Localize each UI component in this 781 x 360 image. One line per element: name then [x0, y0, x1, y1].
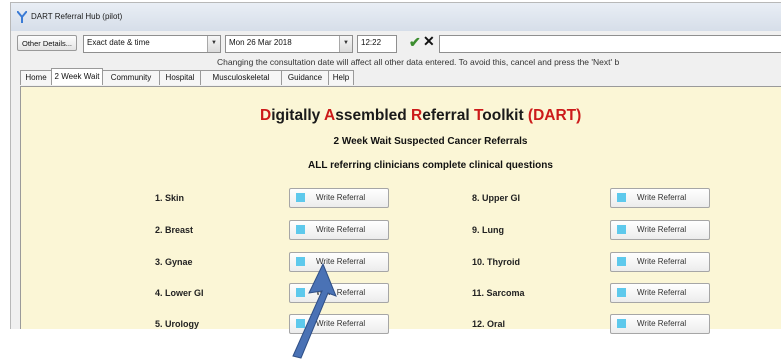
details-field[interactable] — [439, 35, 781, 53]
referral-label-lung: 9. Lung — [472, 225, 504, 235]
referral-icon — [296, 193, 305, 202]
referral-icon — [617, 225, 626, 234]
referral-icon — [617, 319, 626, 328]
other-details-button[interactable]: Other Details... — [17, 35, 77, 51]
window-title: DART Referral Hub (pilot) — [31, 12, 123, 21]
write-referral-label: Write Referral — [316, 288, 366, 297]
title-word-eferral: eferral — [422, 107, 474, 124]
time-value: 12:22 — [361, 38, 382, 47]
write-referral-gynae-button[interactable]: Write Referral — [289, 252, 389, 272]
write-referral-label: Write Referral — [637, 257, 687, 266]
write-referral-breast-button[interactable]: Write Referral — [289, 220, 389, 240]
tab-help[interactable]: Help — [328, 70, 354, 85]
title-word-igitally: igitally — [271, 107, 325, 124]
toolbar: Other Details... Exact date & time ▼ Mon… — [11, 31, 781, 57]
write-referral-label: Write Referral — [637, 288, 687, 297]
write-referral-label: Write Referral — [316, 319, 366, 328]
referral-label-gynae: 3. Gynae — [155, 257, 193, 267]
title-word-oolkit: oolkit — [482, 107, 528, 124]
tab-community[interactable]: Community — [102, 70, 160, 85]
instruction-text: ALL referring clinicians complete clinic… — [308, 160, 553, 171]
title-acronym: (DART) — [527, 107, 582, 124]
write-referral-label: Write Referral — [637, 319, 687, 328]
referral-icon — [296, 225, 305, 234]
tab-musculoskeletal[interactable]: Musculoskeletal — [200, 70, 282, 85]
page-title: Digitally Assembled Referral Toolkit (DA… — [260, 107, 581, 125]
tab-2-week-wait[interactable]: 2 Week Wait — [51, 68, 103, 85]
write-referral-label: Write Referral — [316, 225, 366, 234]
write-referral-label: Write Referral — [316, 193, 366, 202]
write-referral-sarcoma-button[interactable]: Write Referral — [610, 283, 710, 303]
title-letter-a: A — [324, 107, 336, 124]
date-select[interactable]: Mon 26 Mar 2018 ▼ — [225, 35, 353, 53]
referral-label-urology: 5. Urology — [155, 319, 200, 329]
referral-label-lower-gi: 4. Lower GI — [155, 288, 204, 298]
write-referral-thyroid-button[interactable]: Write Referral — [610, 252, 710, 272]
referral-icon — [617, 257, 626, 266]
time-field[interactable]: 12:22 — [357, 35, 397, 53]
title-letter-r: R — [411, 107, 423, 124]
write-referral-skin-button[interactable]: Write Referral — [289, 188, 389, 208]
referral-label-thyroid: 10. Thyroid — [472, 257, 521, 267]
referral-label-skin: 1. Skin — [155, 193, 185, 203]
app-logo-icon — [17, 11, 27, 23]
tab-bar: Home 2 Week Wait Community Hospital Musc… — [20, 68, 780, 86]
referral-icon — [617, 288, 626, 297]
referral-icon — [296, 257, 305, 266]
confirm-check-icon[interactable]: ✔ — [409, 34, 421, 51]
tab-guidance[interactable]: Guidance — [281, 70, 329, 85]
referral-icon — [296, 319, 305, 328]
date-value: Mon 26 Mar 2018 — [229, 38, 292, 47]
write-referral-lower-gi-button[interactable]: Write Referral — [289, 283, 389, 303]
chevron-down-icon[interactable]: ▼ — [339, 36, 352, 52]
referral-icon — [617, 193, 626, 202]
write-referral-urology-button[interactable]: Write Referral — [289, 314, 389, 334]
write-referral-upper-gi-button[interactable]: Write Referral — [610, 188, 710, 208]
title-letter-d: D — [260, 107, 272, 124]
tab-hospital[interactable]: Hospital — [159, 70, 201, 85]
tab-home[interactable]: Home — [20, 70, 52, 85]
referral-label-sarcoma: 11. Sarcoma — [472, 288, 525, 298]
referral-label-breast: 2. Breast — [155, 225, 194, 235]
write-referral-label: Write Referral — [316, 257, 366, 266]
title-bar: DART Referral Hub (pilot) — [11, 3, 781, 31]
referral-icon — [296, 288, 305, 297]
page-subtitle: 2 Week Wait Suspected Cancer Referrals — [333, 136, 528, 147]
write-referral-label: Write Referral — [637, 225, 687, 234]
cancel-x-icon[interactable]: ✕ — [423, 33, 435, 50]
write-referral-oral-button[interactable]: Write Referral — [610, 314, 710, 334]
date-change-notice: Changing the consultation date will affe… — [217, 57, 620, 67]
write-referral-label: Write Referral — [637, 193, 687, 202]
title-word-ssembled: ssembled — [335, 107, 412, 124]
chevron-down-icon[interactable]: ▼ — [207, 36, 220, 52]
date-mode-select[interactable]: Exact date & time ▼ — [83, 35, 221, 53]
referral-label-oral: 12. Oral — [472, 319, 506, 329]
date-mode-value: Exact date & time — [87, 38, 150, 47]
referral-label-upper-gi: 8. Upper GI — [472, 193, 521, 203]
write-referral-lung-button[interactable]: Write Referral — [610, 220, 710, 240]
